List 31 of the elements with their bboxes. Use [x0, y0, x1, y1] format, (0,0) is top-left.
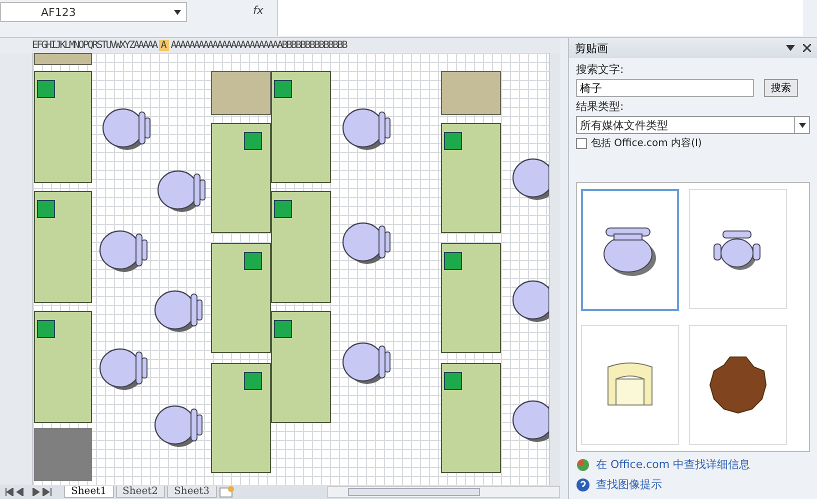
- globe-icon: [576, 458, 590, 472]
- function-button[interactable]: fx: [253, 4, 264, 17]
- vertical-scrollbar[interactable]: [549, 53, 560, 485]
- include-office-checkbox[interactable]: 包括 Office.com 内容(I): [576, 136, 810, 150]
- sheet-tab[interactable]: Sheet2: [116, 486, 166, 498]
- clip-art-result[interactable]: [581, 189, 679, 311]
- dropdown-caret-icon[interactable]: [174, 10, 181, 14]
- horizontal-scrollbar[interactable]: [326, 486, 560, 498]
- new-sheet-icon[interactable]: [218, 486, 235, 498]
- search-field[interactable]: 椅子: [576, 79, 754, 97]
- close-icon[interactable]: [803, 44, 811, 52]
- help-icon: [576, 478, 590, 492]
- pane-menu-icon[interactable]: [786, 45, 795, 51]
- cabinet: [211, 71, 271, 115]
- cabinet: [34, 53, 92, 65]
- name-box[interactable]: AF123: [0, 2, 187, 22]
- search-label: 搜索文字:: [576, 62, 625, 77]
- results-type-dropdown[interactable]: 所有媒体文件类型: [576, 116, 810, 134]
- sheet-nav-icon[interactable]: [4, 488, 54, 496]
- dropdown-caret-icon[interactable]: [798, 122, 806, 128]
- column-header: EFGHIJKLMNOPQRSTUVWXYZAAAAA A AAAAAAAAAAAAAAAAAAAAAAAABBBBBBBBBBBBBB: [32, 38, 560, 53]
- search-button[interactable]: 搜索: [764, 79, 798, 97]
- cabinet: [441, 71, 501, 115]
- sheet-tab[interactable]: Sheet3: [167, 486, 217, 498]
- sheet-tab[interactable]: Sheet1: [64, 486, 114, 498]
- storage-block: [34, 428, 92, 481]
- office-link[interactable]: 在 Office.com 中查找详细信息: [596, 457, 750, 472]
- results-type-label: 结果类型:: [576, 99, 625, 114]
- image-tips-link[interactable]: 查找图像提示: [596, 477, 662, 492]
- pane-title: 剪贴画: [575, 40, 608, 56]
- active-column-letter: A: [158, 40, 169, 51]
